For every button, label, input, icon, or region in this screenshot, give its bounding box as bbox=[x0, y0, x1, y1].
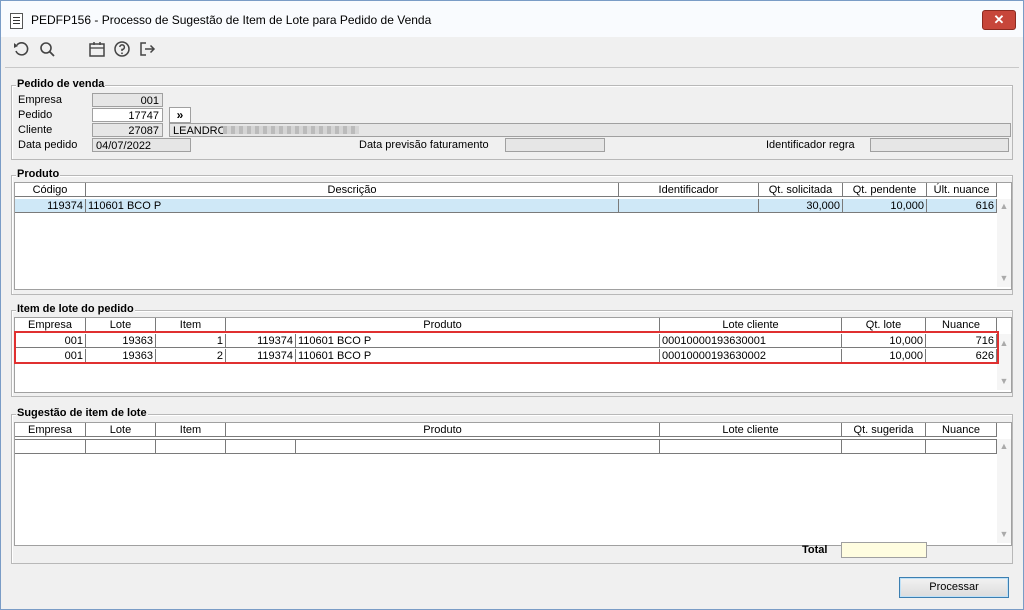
cliente-code-field[interactable]: 27087 bbox=[92, 123, 163, 137]
close-button[interactable]: ✕ bbox=[982, 10, 1016, 30]
cell-identificador bbox=[619, 199, 759, 213]
scroll-up-icon[interactable]: ▲ bbox=[999, 441, 1009, 451]
produto-legend: Produto bbox=[16, 168, 61, 180]
empty-cell bbox=[156, 439, 226, 454]
col-header[interactable]: Lote cliente bbox=[660, 318, 842, 332]
col-header[interactable]: Item bbox=[156, 423, 226, 437]
toolbar bbox=[1, 37, 1023, 63]
window-title: PEDFP156 - Processo de Sugestão de Item … bbox=[31, 13, 432, 27]
pedido-nav-button[interactable]: » bbox=[169, 107, 191, 123]
col-header[interactable]: Nuance bbox=[926, 423, 997, 437]
total-field[interactable] bbox=[841, 542, 927, 558]
cell-ult-nuance: 616 bbox=[927, 199, 997, 213]
previsao-field[interactable] bbox=[505, 138, 605, 152]
col-header[interactable]: Nuance bbox=[926, 318, 997, 332]
empty-cell bbox=[226, 439, 296, 454]
col-header[interactable]: Qt. solicitada bbox=[759, 183, 843, 197]
sugestao-grid[interactable]: Empresa Lote Item Produto Lote cliente Q… bbox=[14, 422, 1012, 546]
pedido-field[interactable]: 17747 bbox=[92, 108, 163, 122]
ident-regra-field[interactable] bbox=[870, 138, 1009, 152]
scroll-down-icon[interactable]: ▼ bbox=[999, 273, 1009, 283]
exit-icon[interactable] bbox=[138, 40, 156, 58]
calendar-icon[interactable] bbox=[88, 40, 106, 58]
itemlote-scrollbar[interactable]: ▲ ▼ bbox=[997, 334, 1011, 390]
empty-cell bbox=[926, 439, 997, 454]
col-header[interactable]: Empresa bbox=[15, 423, 86, 437]
col-header[interactable]: Produto bbox=[226, 318, 660, 332]
scroll-down-icon[interactable]: ▼ bbox=[999, 529, 1009, 539]
cell-qt-solicitada: 30,000 bbox=[759, 199, 843, 213]
cliente-label: Cliente bbox=[18, 124, 53, 136]
main-window: PEDFP156 - Processo de Sugestão de Item … bbox=[0, 0, 1024, 610]
pedido-label: Pedido bbox=[18, 109, 53, 121]
empty-cell bbox=[86, 439, 156, 454]
process-button[interactable]: Processar bbox=[899, 577, 1009, 598]
pedido-legend: Pedido de venda bbox=[16, 78, 106, 90]
col-header[interactable]: Qt. pendente bbox=[843, 183, 927, 197]
col-header[interactable]: Últ. nuance bbox=[927, 183, 997, 197]
scroll-up-icon[interactable]: ▲ bbox=[999, 201, 1009, 211]
previsao-label: Data previsão faturamento bbox=[359, 139, 489, 151]
redacted-name bbox=[223, 126, 359, 134]
ident-regra-label: Identificador regra bbox=[766, 139, 855, 151]
highlight-box bbox=[14, 331, 999, 364]
search-icon[interactable] bbox=[38, 40, 56, 58]
help-icon[interactable] bbox=[113, 40, 131, 58]
data-pedido-label: Data pedido bbox=[18, 139, 78, 151]
empty-cell bbox=[660, 439, 842, 454]
col-header[interactable]: Qt. sugerida bbox=[842, 423, 926, 437]
cliente-name-text: LEANDRO bbox=[173, 125, 227, 137]
scroll-up-icon[interactable]: ▲ bbox=[999, 338, 1009, 348]
col-header[interactable]: Lote bbox=[86, 318, 156, 332]
empty-cell bbox=[15, 439, 86, 454]
total-label: Total bbox=[802, 544, 828, 556]
empty-cell bbox=[842, 439, 926, 454]
cell-qt-pendente: 10,000 bbox=[843, 199, 927, 213]
col-header[interactable]: Empresa bbox=[15, 318, 86, 332]
produto-scrollbar[interactable]: ▲ ▼ bbox=[997, 199, 1011, 287]
col-header[interactable]: Identificador bbox=[619, 183, 759, 197]
produto-grid[interactable]: Código Descrição Identificador Qt. solic… bbox=[14, 182, 1012, 290]
col-header[interactable]: Qt. lote bbox=[842, 318, 926, 332]
empresa-field[interactable]: 001 bbox=[92, 93, 163, 107]
toolbar-separator bbox=[5, 67, 1019, 68]
document-icon bbox=[10, 13, 23, 29]
empresa-label: Empresa bbox=[18, 94, 63, 106]
col-header[interactable]: Descrição bbox=[86, 183, 619, 197]
sugestao-legend: Sugestão de item de lote bbox=[16, 407, 148, 419]
sugestao-scrollbar[interactable]: ▲ ▼ bbox=[997, 439, 1011, 543]
col-header[interactable]: Lote bbox=[86, 423, 156, 437]
itemlote-legend: Item de lote do pedido bbox=[16, 303, 135, 315]
col-header[interactable]: Produto bbox=[226, 423, 660, 437]
cell-descricao: 110601 BCO P bbox=[86, 199, 619, 213]
col-header[interactable]: Item bbox=[156, 318, 226, 332]
scroll-down-icon[interactable]: ▼ bbox=[999, 376, 1009, 386]
col-header[interactable]: Lote cliente bbox=[660, 423, 842, 437]
undo-icon[interactable] bbox=[12, 40, 30, 58]
cell-codigo: 119374 bbox=[15, 199, 86, 213]
data-pedido-field[interactable]: 04/07/2022 bbox=[92, 138, 191, 152]
col-header[interactable]: Código bbox=[15, 183, 86, 197]
empty-cell bbox=[296, 439, 660, 454]
title-bar: PEDFP156 - Processo de Sugestão de Item … bbox=[1, 1, 1023, 37]
